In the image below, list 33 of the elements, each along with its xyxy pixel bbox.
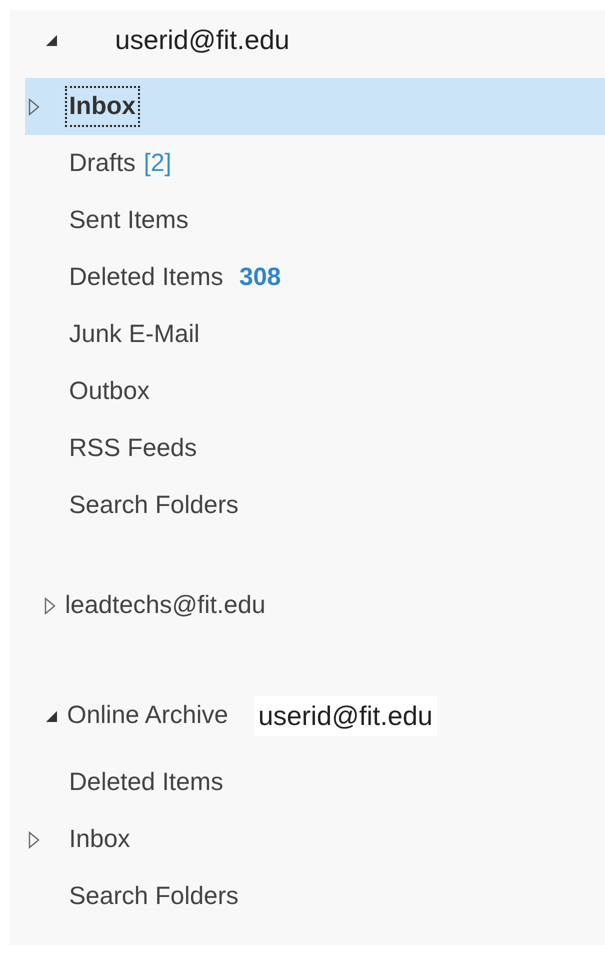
folder-name: Drafts	[68, 148, 137, 179]
folder-item[interactable]: Search Folders	[25, 477, 605, 534]
folder-name: Sent Items	[68, 204, 190, 236]
folder-name: Deleted Items	[68, 766, 224, 798]
folder-item[interactable]: Deleted Items	[25, 754, 605, 811]
folder-name: Junk E-Mail	[68, 318, 201, 350]
account-name[interactable]: Online Archive	[67, 697, 228, 735]
folder-item[interactable]: Sent Items	[25, 192, 605, 249]
collapsed-triangle-icon[interactable]	[28, 98, 40, 116]
folder-item[interactable]: Inbox	[25, 78, 605, 135]
account-address: userid@fit.edu	[254, 696, 437, 736]
folder-name: RSS Feeds	[68, 432, 198, 464]
expanded-triangle-icon[interactable]	[44, 709, 58, 723]
folder-item[interactable]: Junk E-Mail	[25, 306, 605, 363]
folder-name: Search Folders	[68, 490, 240, 521]
folder-name: Search Folders	[68, 880, 240, 912]
folder-name: Inbox	[68, 824, 132, 855]
account-name[interactable]: userid@fit.edu	[115, 20, 290, 60]
folder-item[interactable]: Drafts [2]	[25, 135, 605, 192]
folder-item[interactable]: Outbox	[25, 363, 605, 420]
folder-item[interactable]: Deleted Items 308	[25, 249, 605, 306]
folder-name: Deleted Items	[68, 262, 224, 293]
item-count: [2]	[144, 148, 172, 179]
folder-item[interactable]: Search Folders	[25, 868, 605, 925]
collapsed-triangle-icon[interactable]	[44, 597, 56, 615]
folder-name: Inbox	[67, 88, 138, 126]
folder-item[interactable]: RSS Feeds	[25, 420, 605, 477]
folder-name: Outbox	[68, 376, 151, 407]
collapsed-triangle-icon[interactable]	[28, 830, 40, 848]
account-name[interactable]: leadtechs@fit.edu	[65, 587, 266, 625]
expanded-triangle-icon[interactable]	[44, 33, 58, 47]
item-count: 308	[239, 262, 281, 293]
folder-item[interactable]: Inbox	[25, 811, 605, 868]
